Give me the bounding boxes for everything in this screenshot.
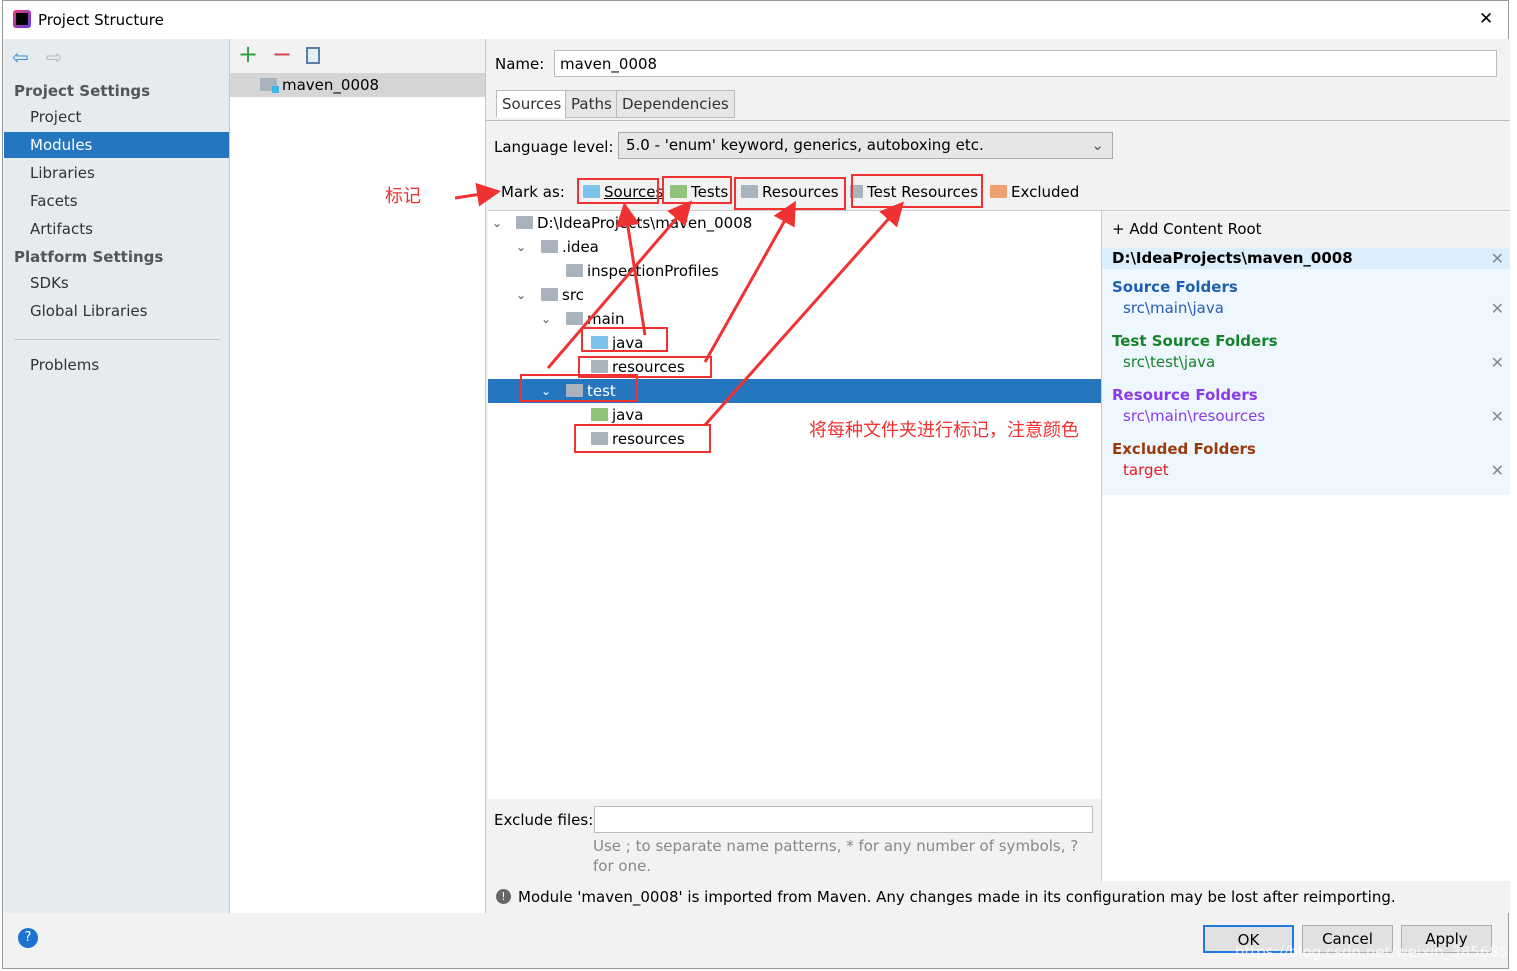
arrow-test-resources [703,201,904,426]
arrow-resources [703,200,796,363]
arrow-mark-as [454,182,501,207]
arrow-test-tests [546,200,692,369]
arrow-java-sources [615,202,647,336]
annotation-arrows [454,182,904,426]
watermark: https://blog.csdn.net/weixin_38568503 [1235,943,1517,961]
